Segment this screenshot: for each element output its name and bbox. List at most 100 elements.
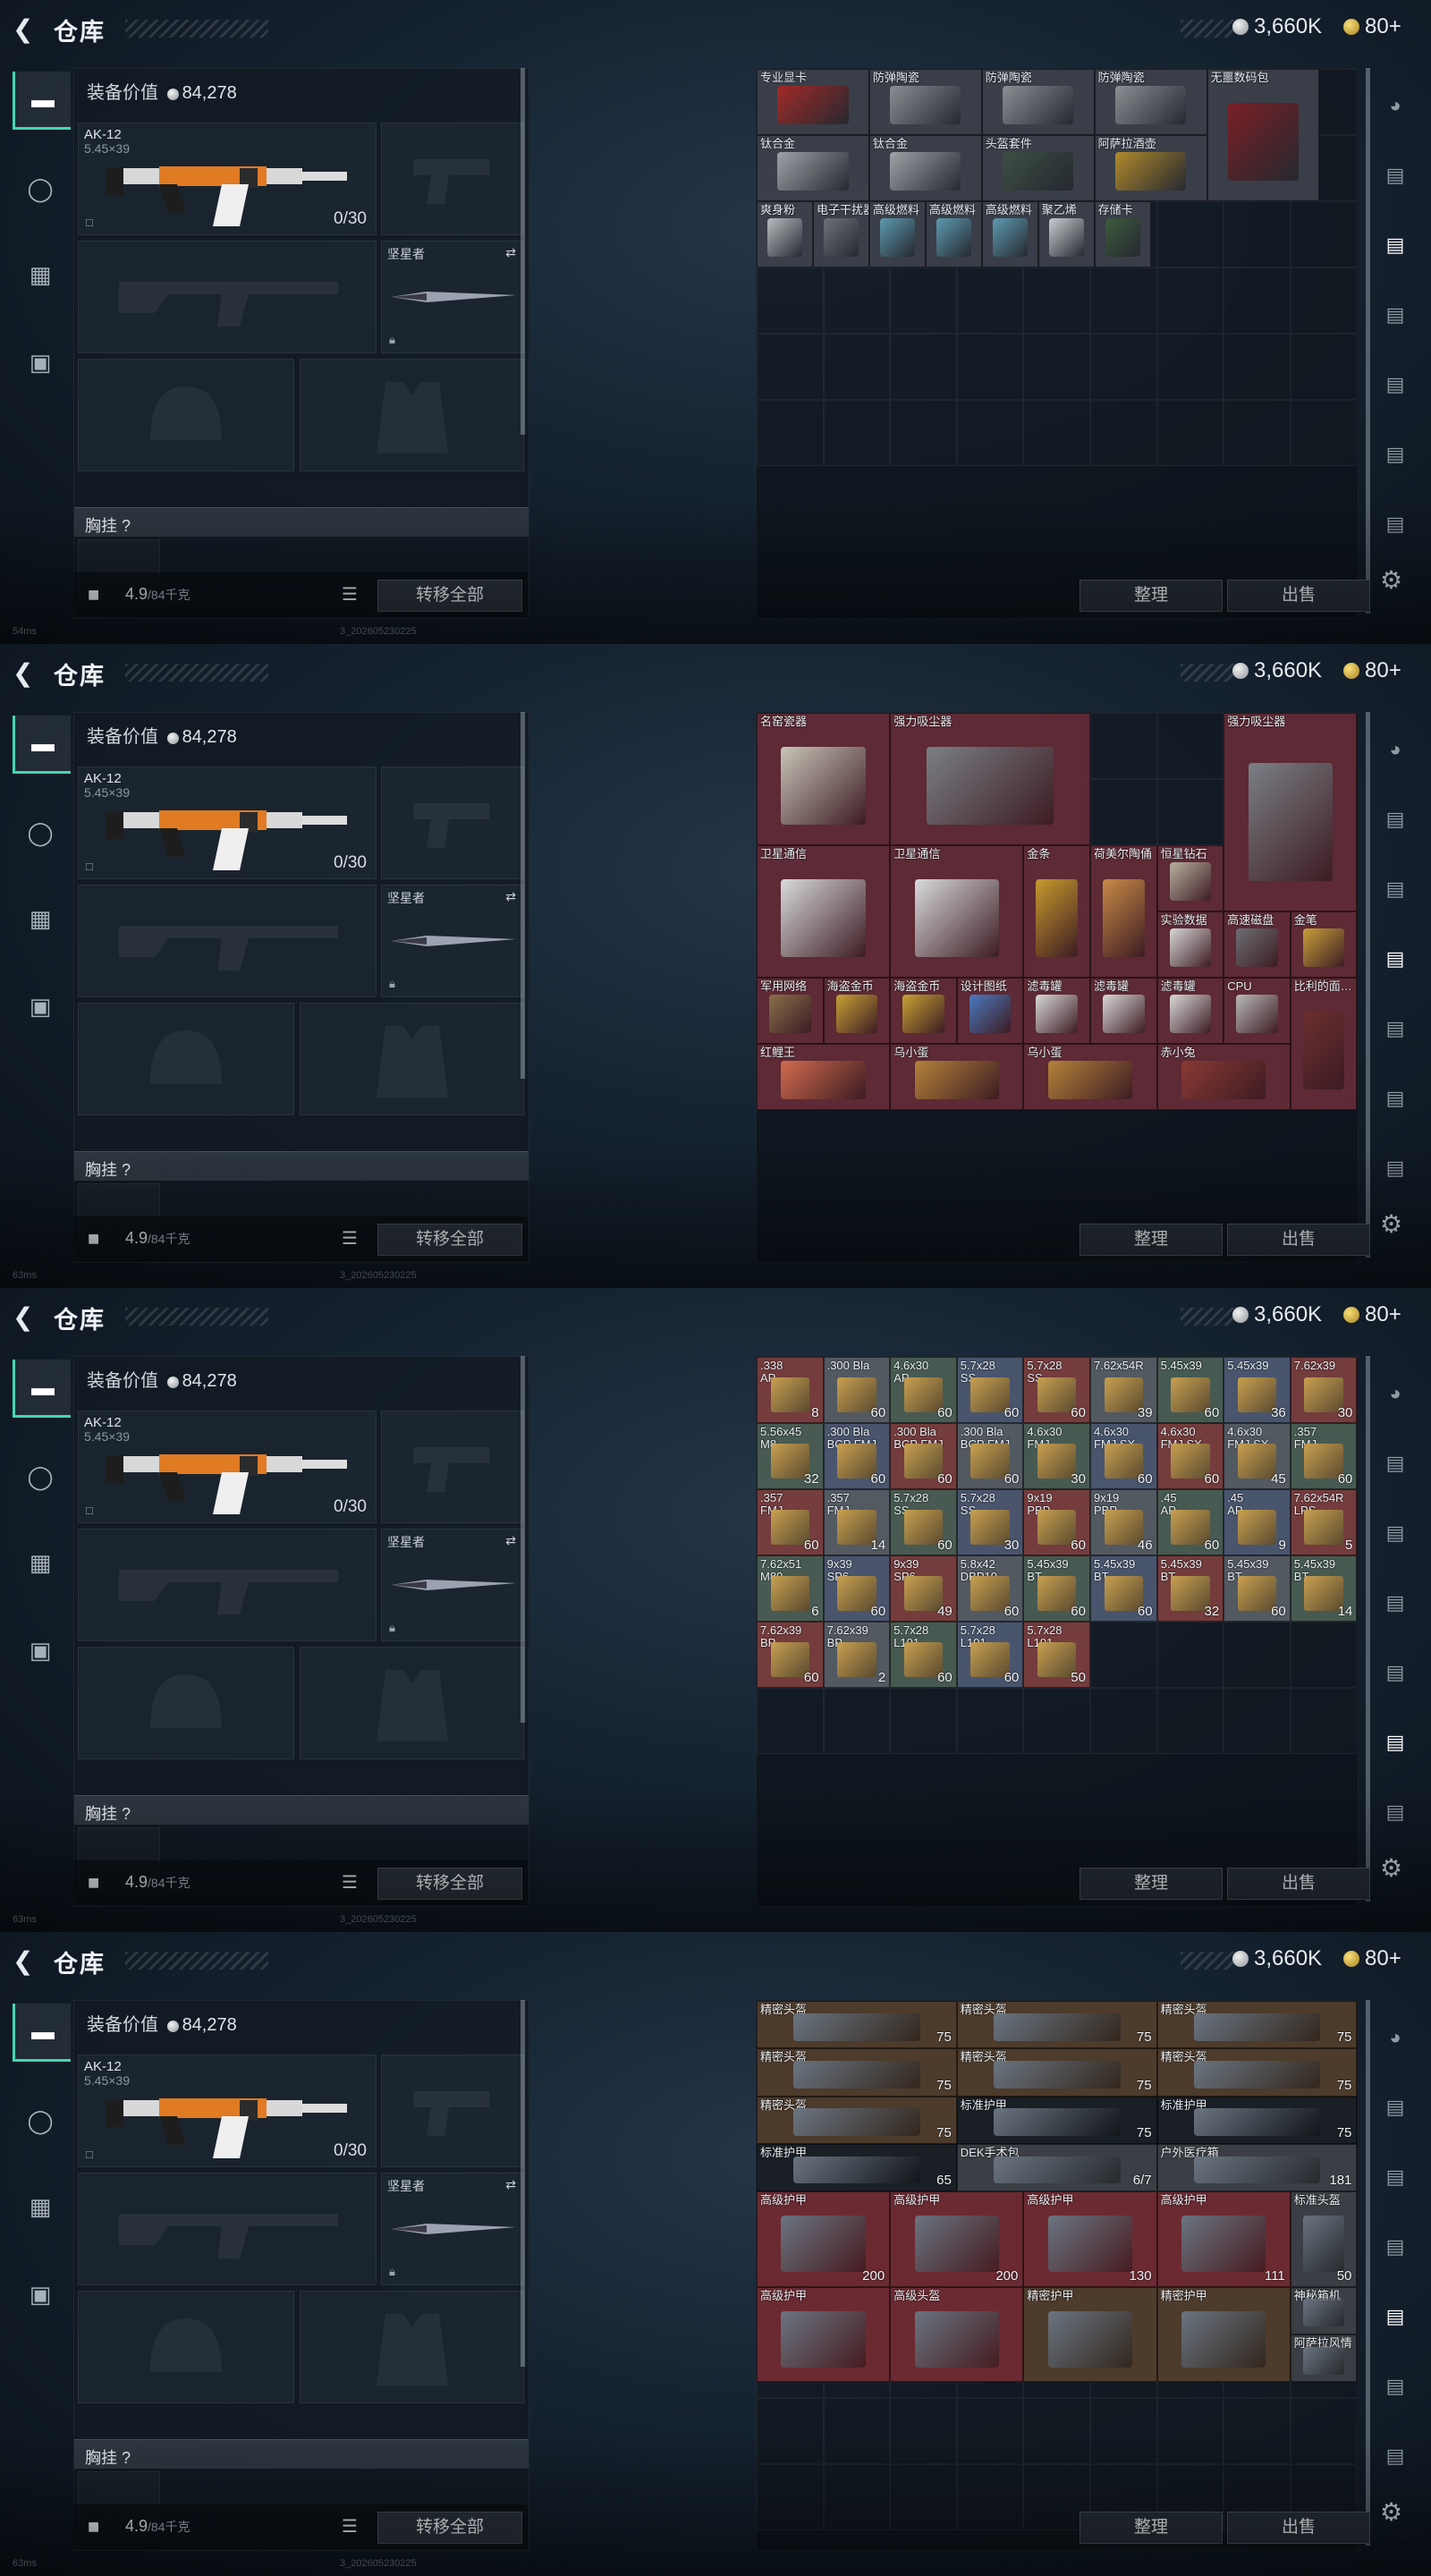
nav-helmet[interactable]: ◯ (13, 161, 68, 216)
ammo-item[interactable]: 7.62x51M806 (757, 1555, 824, 1622)
empty-grid-cell[interactable] (1090, 1622, 1157, 1688)
inventory-item[interactable]: 专业显卡 (757, 69, 869, 135)
gear-item[interactable]: 精密头盔 75 (956, 2048, 1157, 2097)
storage-tab-2[interactable]: ▤ (1376, 2089, 1415, 2125)
empty-grid-cell[interactable] (1023, 267, 1090, 334)
inventory-item[interactable]: 金条 (1023, 845, 1090, 978)
list-icon[interactable]: ☰ (342, 1227, 358, 1250)
inventory-item[interactable]: 爽身粉 (757, 201, 813, 267)
primary-weapon-slot[interactable]: AK-12 5.45×39 0/30 □ (78, 767, 377, 879)
nav-weapon[interactable]: ▬ (13, 72, 71, 130)
swap-icon[interactable]: ⇄ (505, 1533, 516, 1548)
settings-gear-icon[interactable]: ⚙ (1380, 1209, 1402, 1239)
empty-grid-cell[interactable] (1090, 779, 1157, 845)
gear-item[interactable]: 精密头盔 75 (1156, 2001, 1358, 2049)
ammo-item[interactable]: 5.45x39 BT 14 (1290, 1555, 1358, 1622)
inventory-item[interactable]: 高级燃料 (925, 201, 982, 267)
gear-item[interactable]: 高级头盔 (890, 2286, 1024, 2383)
helmet-slot[interactable] (78, 1647, 294, 1759)
gear-item[interactable]: DEK手术包 6/7 (956, 2143, 1157, 2192)
chest-rig-bar[interactable]: 胸挂 ? (74, 507, 529, 537)
secondary-weapon-slot[interactable] (381, 123, 524, 235)
nav-armor[interactable]: ▦ (13, 2179, 68, 2234)
empty-grid-cell[interactable] (1224, 2398, 1291, 2464)
chest-rig-bar[interactable]: 胸挂 ? (74, 2439, 529, 2469)
ammo-item[interactable]: 9x19PBP60 (1023, 1489, 1090, 1555)
swap-icon[interactable]: ⇄ (505, 2177, 516, 2192)
nav-backpack[interactable]: ▣ (13, 1623, 68, 1678)
empty-grid-cell[interactable] (1224, 400, 1291, 466)
inventory-item[interactable]: 卫星通信 (757, 845, 891, 978)
storage-tab-7[interactable]: ▤ (1376, 1150, 1415, 1186)
back-arrow-icon[interactable]: ❮ (13, 660, 39, 687)
storage-tab-2[interactable]: ▤ (1376, 1445, 1415, 1481)
storage-scrollbar[interactable] (1366, 68, 1370, 614)
empty-grid-cell[interactable] (1090, 400, 1157, 466)
empty-grid-cell[interactable] (1224, 334, 1291, 400)
empty-grid-cell[interactable] (757, 400, 824, 466)
storage-tab-5[interactable]: ▤ (1376, 1655, 1415, 1690)
empty-grid-cell[interactable] (757, 267, 824, 334)
empty-grid-cell[interactable] (1156, 400, 1224, 466)
ammo-item[interactable]: .357FMJ60 (1290, 1423, 1358, 1489)
nav-backpack[interactable]: ▣ (13, 979, 68, 1034)
sort-button[interactable]: 整理 (1080, 580, 1223, 612)
empty-grid-cell[interactable] (890, 334, 957, 400)
nav-helmet[interactable]: ◯ (13, 805, 68, 860)
inventory-item[interactable]: 滤毒罐 (1090, 978, 1157, 1044)
empty-grid-cell[interactable] (757, 2398, 824, 2464)
inventory-item[interactable]: 滤毒罐 (1023, 978, 1090, 1044)
gear-item[interactable]: 精密头盔 75 (757, 2096, 957, 2144)
nav-weapon[interactable]: ▬ (13, 2004, 71, 2062)
tertiary-weapon-slot[interactable] (78, 241, 377, 353)
inventory-item[interactable]: 钛合金 (868, 135, 982, 201)
ammo-item[interactable]: .300 BlaBCP FMJ60 (956, 1423, 1024, 1489)
empty-grid-cell[interactable] (1156, 1688, 1224, 1754)
inventory-item[interactable]: 阿萨拉酒壶 (1094, 135, 1207, 201)
loadout-scrollbar[interactable] (521, 1356, 525, 1723)
storage-tab-3[interactable]: ▤ (1376, 871, 1415, 907)
melee-slot[interactable]: 坚星者 ⇄ 🔒︎ (381, 885, 524, 997)
ammo-item[interactable]: .357FMJ60 (757, 1489, 824, 1555)
ammo-item[interactable]: 4.6x30FMJ SX60 (1090, 1423, 1157, 1489)
inventory-item[interactable]: 比利的面… (1290, 978, 1358, 1110)
storage-tab-1[interactable]: ◕ (1376, 2020, 1415, 2055)
gear-item[interactable]: 高级护甲 200 (890, 2191, 1024, 2287)
ammo-item[interactable]: 5.45x39 60 (1156, 1357, 1224, 1423)
ammo-item[interactable]: 9x39SP649 (890, 1555, 957, 1622)
inventory-item[interactable]: 滤毒罐 (1156, 978, 1224, 1044)
nav-helmet[interactable]: ◯ (13, 1449, 68, 1504)
melee-slot[interactable]: 坚星者 ⇄ 🔒︎ (381, 1529, 524, 1641)
ammo-item[interactable]: .45 AP 60 (1156, 1489, 1224, 1555)
transfer-all-button[interactable]: 转移全部 (377, 580, 522, 612)
ammo-item[interactable]: 5.7x28 SS 60 (956, 1357, 1024, 1423)
gear-item[interactable]: 标准头盔 50 (1290, 2191, 1358, 2287)
inventory-item[interactable]: 无噩数码包 (1207, 69, 1320, 201)
gear-item[interactable]: 神秘箱机 (1290, 2286, 1358, 2334)
armor-slot[interactable] (300, 359, 524, 471)
loadout-scrollbar[interactable] (521, 712, 525, 1079)
list-icon[interactable]: ☰ (342, 583, 358, 606)
empty-grid-cell[interactable] (1290, 1622, 1358, 1688)
empty-grid-cell[interactable] (890, 400, 957, 466)
inventory-item[interactable]: 防弹陶瓷 (868, 69, 982, 135)
swap-icon[interactable]: ⇄ (505, 245, 516, 260)
storage-scrollbar[interactable] (1366, 1356, 1370, 1902)
settings-gear-icon[interactable]: ⚙ (1380, 565, 1402, 595)
ammo-item[interactable]: .357FMJ14 (823, 1489, 891, 1555)
helmet-slot[interactable] (78, 2291, 294, 2403)
empty-grid-cell[interactable] (1290, 2398, 1358, 2464)
gear-item[interactable]: 精密头盔 75 (757, 2048, 957, 2097)
helmet-slot[interactable] (78, 359, 294, 471)
empty-grid-cell[interactable] (823, 267, 891, 334)
empty-grid-cell[interactable] (890, 1688, 957, 1754)
empty-grid-cell[interactable] (1023, 1688, 1090, 1754)
secondary-weapon-slot[interactable] (381, 1411, 524, 1523)
empty-grid-cell[interactable] (1156, 2398, 1224, 2464)
inventory-item[interactable]: 防弹陶瓷 (1094, 69, 1207, 135)
ammo-item[interactable]: 7.62x39 BP 60 (757, 1622, 824, 1688)
storage-tab-4[interactable]: ▤ (1376, 2229, 1415, 2265)
storage-tab-3[interactable]: ▤ (1376, 2159, 1415, 2195)
empty-grid-cell[interactable] (956, 334, 1024, 400)
empty-grid-cell[interactable] (823, 334, 891, 400)
